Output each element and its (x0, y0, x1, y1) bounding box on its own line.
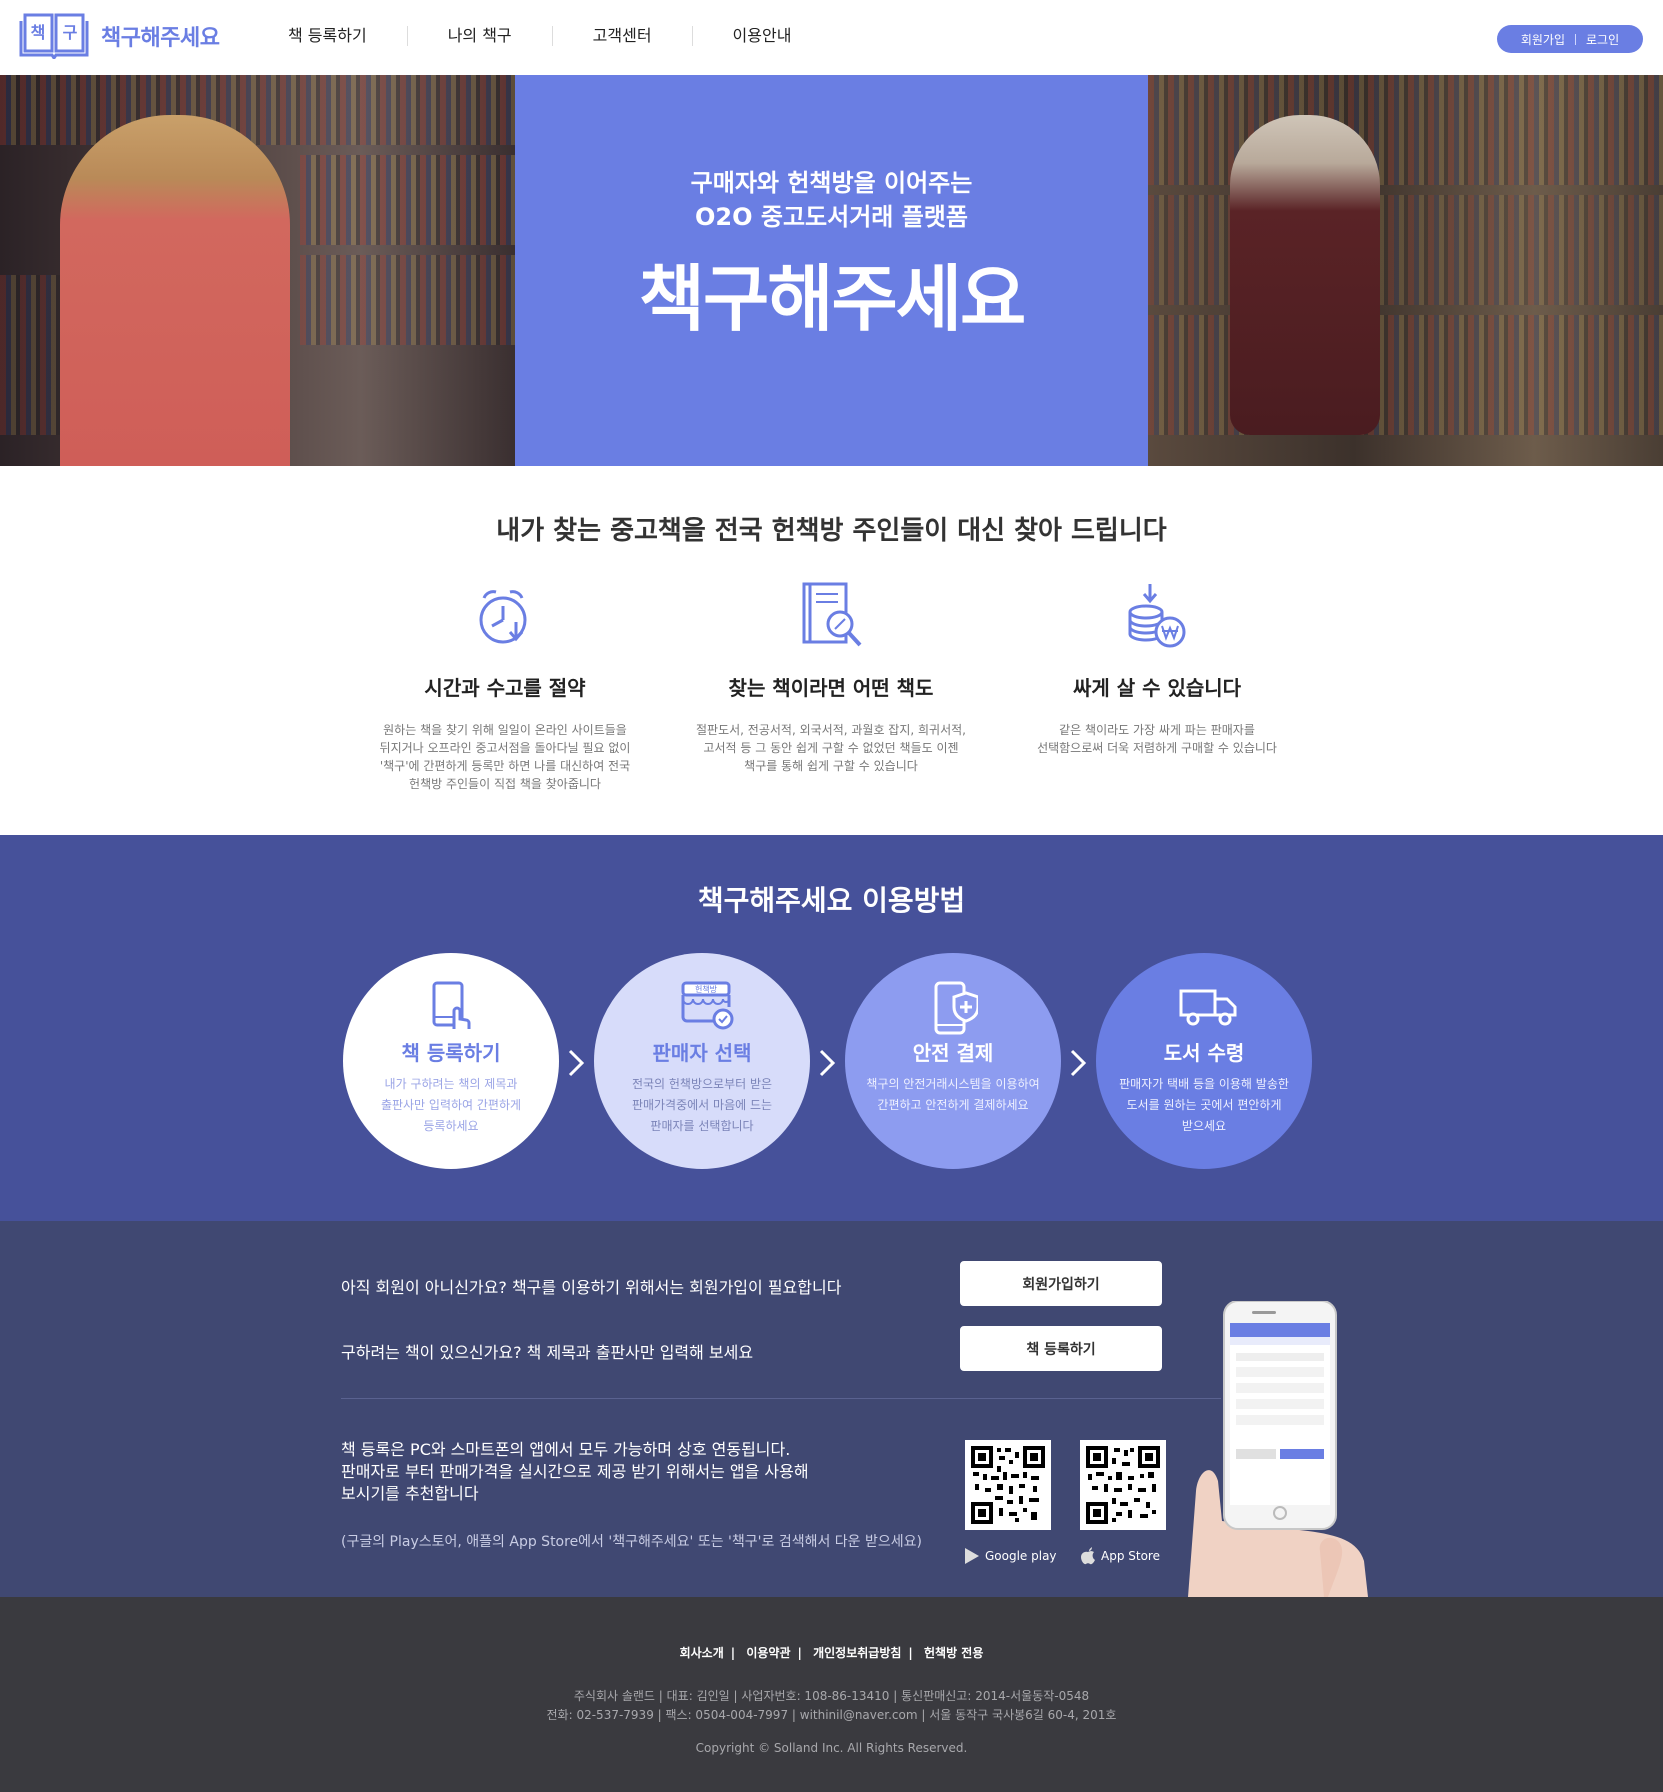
logo-book-icon: 책 구 (19, 13, 89, 61)
feature-title: 찾는 책이라면 어떤 책도 (728, 676, 934, 700)
chevron-right-icon (1070, 1049, 1087, 1077)
google-play-badge[interactable]: Google play (964, 1547, 1057, 1565)
cta-section: 아직 회원이 아니신가요? 책구를 이용하기 위해서는 회원가입이 필요합니다 … (0, 1221, 1663, 1597)
hero-subtitle-line2: O2O 중고도서거래 플랫폼 (695, 203, 968, 231)
site-header: 책 구 책구해주세요 책 등록하기 나의 책구 고객센터 이용안내 회원가입 로… (0, 0, 1663, 75)
app-description: 책 등록은 PC와 스마트폰의 앱에서 모두 가능하며 상호 연동됩니다. 판매… (341, 1440, 809, 1503)
chevron-right-icon (819, 1049, 836, 1077)
app-store-qr-code[interactable] (1080, 1440, 1166, 1530)
step-desc: 전국의 헌책방으로부터 받은 판매가격중에서 마음에 드는 판매자를 선택합니다 (631, 1077, 773, 1133)
nav-guide[interactable]: 이용안내 (693, 26, 832, 46)
step-title: 안전 결제 (912, 1041, 994, 1065)
book-search-icon (796, 582, 866, 652)
feature-save-time: 시간과 수고를 절약 원하는 책을 찾기 위해 일일이 온라인 사이트들을 뒤지… (355, 582, 655, 793)
footer-links: 회사소개 | 이용약관 | 개인정보취급방침 | 헌책방 전용 (0, 1644, 1663, 1661)
app-download-note: (구글의 Play스토어, 애플의 App Store에서 '책구해주세요' 또… (341, 1534, 922, 1550)
footer-link-privacy[interactable]: 개인정보취급방침 (806, 1646, 908, 1660)
copyright: Copyright © Solland Inc. All Rights Rese… (695, 1741, 968, 1755)
hero-center-panel: 구매자와 헌책방을 이어주는 O2O 중고도서거래 플랫폼 책구해주세요 (515, 75, 1148, 466)
google-play-label: Google play (985, 1549, 1057, 1563)
footer-link-terms[interactable]: 이용약관 (739, 1646, 797, 1660)
footer-link-bookstore[interactable]: 헌책방 전용 (917, 1646, 990, 1660)
bookstore-icon: 헌책방 (677, 981, 734, 1031)
step-desc: 내가 구하려는 책의 제목과 출판사만 입력하여 간편하게 등록하세요 (380, 1077, 522, 1133)
login-link[interactable]: 로그인 (1576, 31, 1629, 48)
step-register-book: 책 등록하기 내가 구하려는 책의 제목과 출판사만 입력하여 간편하게 등록하… (343, 953, 559, 1169)
logo-text: 책구해주세요 (101, 26, 220, 51)
nav-my-books[interactable]: 나의 책구 (408, 26, 553, 46)
how-to-use-section: 책구해주세요 이용방법 책 등록하기 내가 구하려는 책의 제목과 출판사만 입… (0, 835, 1663, 1221)
feature-title: 싸게 살 수 있습니다 (1072, 676, 1242, 700)
signup-link[interactable]: 회원가입 (1511, 31, 1575, 48)
signup-prompt: 아직 회원이 아니신가요? 책구를 이용하기 위해서는 회원가입이 필요합니다 (341, 1278, 842, 1297)
site-footer: 회사소개 | 이용약관 | 개인정보취급방침 | 헌책방 전용 주식회사 솔랜드 | … (0, 1597, 1663, 1792)
how-title: 책구해주세요 이용방법 (697, 884, 966, 917)
feature-title: 시간과 수고를 절약 (424, 676, 586, 700)
auth-pill: 회원가입 로그인 (1497, 25, 1643, 53)
footer-link-about[interactable]: 회사소개 (673, 1646, 731, 1660)
feature-cheap: 싸게 살 수 있습니다 같은 책이라도 가장 싸게 파는 판매자를 선택함으로써… (1007, 582, 1307, 757)
register-prompt: 구하려는 책이 있으신가요? 책 제목과 출판사만 입력해 보세요 (341, 1343, 754, 1362)
step-title: 판매자 선택 (652, 1041, 752, 1065)
register-book-button[interactable]: 책 등록하기 (960, 1326, 1162, 1371)
smartphone-mockup-image (1188, 1301, 1368, 1597)
apple-icon (1081, 1547, 1095, 1565)
coins-won-icon (1122, 582, 1192, 652)
feature-desc: 같은 책이라도 가장 싸게 파는 판매자를 선택함으로써 더욱 저렴하게 구매할… (1037, 723, 1277, 755)
step-title: 도서 수령 (1163, 1041, 1245, 1065)
delivery-truck-icon (1179, 981, 1237, 1031)
app-store-label: App Store (1101, 1549, 1160, 1563)
main-nav: 책 등록하기 나의 책구 고객센터 이용안내 (288, 26, 831, 46)
svg-text:책: 책 (31, 23, 46, 42)
logo[interactable]: 책 구 책구해주세요 (19, 13, 220, 61)
step-safe-payment: 안전 결제 책구의 안전거래시스템을 이용하여 간편하고 안전하게 결제하세요 (845, 953, 1061, 1169)
signup-button[interactable]: 회원가입하기 (960, 1261, 1162, 1306)
step-desc: 판매자가 택배 등을 이용해 발송한 도서를 원하는 곳에서 편안하게 받으세요 (1119, 1077, 1289, 1133)
feature-desc: 절판도서, 전공서적, 외국서적, 과월호 잡지, 희귀서적, 고서적 등 그 … (696, 723, 966, 773)
google-play-icon (965, 1548, 979, 1564)
feature-desc: 원하는 책을 찾기 위해 일일이 온라인 사이트들을 뒤지거나 오프라인 중고서… (379, 723, 631, 791)
nav-register-book[interactable]: 책 등록하기 (288, 26, 408, 46)
step-receive-book: 도서 수령 판매자가 택배 등을 이용해 발송한 도서를 원하는 곳에서 편안하… (1096, 953, 1312, 1169)
company-info: 주식회사 솔랜드 | 대표: 김인일 | 사업자번호: 108-86-13410… (546, 1689, 1117, 1722)
feature-any-book: 찾는 책이라면 어떤 책도 절판도서, 전공서적, 외국서적, 과월호 잡지, … (681, 582, 981, 775)
secure-payment-icon (928, 981, 980, 1035)
hero-banner: 구매자와 헌책방을 이어주는 O2O 중고도서거래 플랫폼 책구해주세요 (0, 75, 1663, 466)
hero-photo-left (0, 75, 515, 466)
step-title: 책 등록하기 (401, 1041, 501, 1065)
features-heading: 내가 찾는 중고책을 전국 헌책방 주인들이 대신 찾아 드립니다 (496, 516, 1167, 546)
nav-customer-center[interactable]: 고객센터 (553, 26, 693, 46)
hero-subtitle-line1: 구매자와 헌책방을 이어주는 (690, 169, 973, 197)
features-section: 내가 찾는 중고책을 전국 헌책방 주인들이 대신 찾아 드립니다 시간과 수고… (0, 466, 1663, 835)
hero-photo-right (1148, 75, 1663, 466)
divider (341, 1398, 1221, 1399)
alarm-clock-icon (470, 582, 540, 652)
chevron-right-icon (568, 1049, 585, 1077)
app-store-badge[interactable]: App Store (1080, 1547, 1160, 1565)
google-play-qr-code[interactable] (965, 1440, 1051, 1530)
step-select-seller: 헌책방 판매자 선택 전국의 헌책방으로부터 받은 판매가격중에서 마음에 드는… (594, 953, 810, 1169)
step-desc: 책구의 안전거래시스템을 이용하여 간편하고 안전하게 결제하세요 (866, 1077, 1040, 1112)
svg-text:헌책방: 헌책방 (695, 984, 718, 994)
tablet-touch-icon (426, 981, 476, 1031)
hero-title: 책구해주세요 (638, 257, 1026, 341)
svg-text:구: 구 (63, 23, 78, 42)
